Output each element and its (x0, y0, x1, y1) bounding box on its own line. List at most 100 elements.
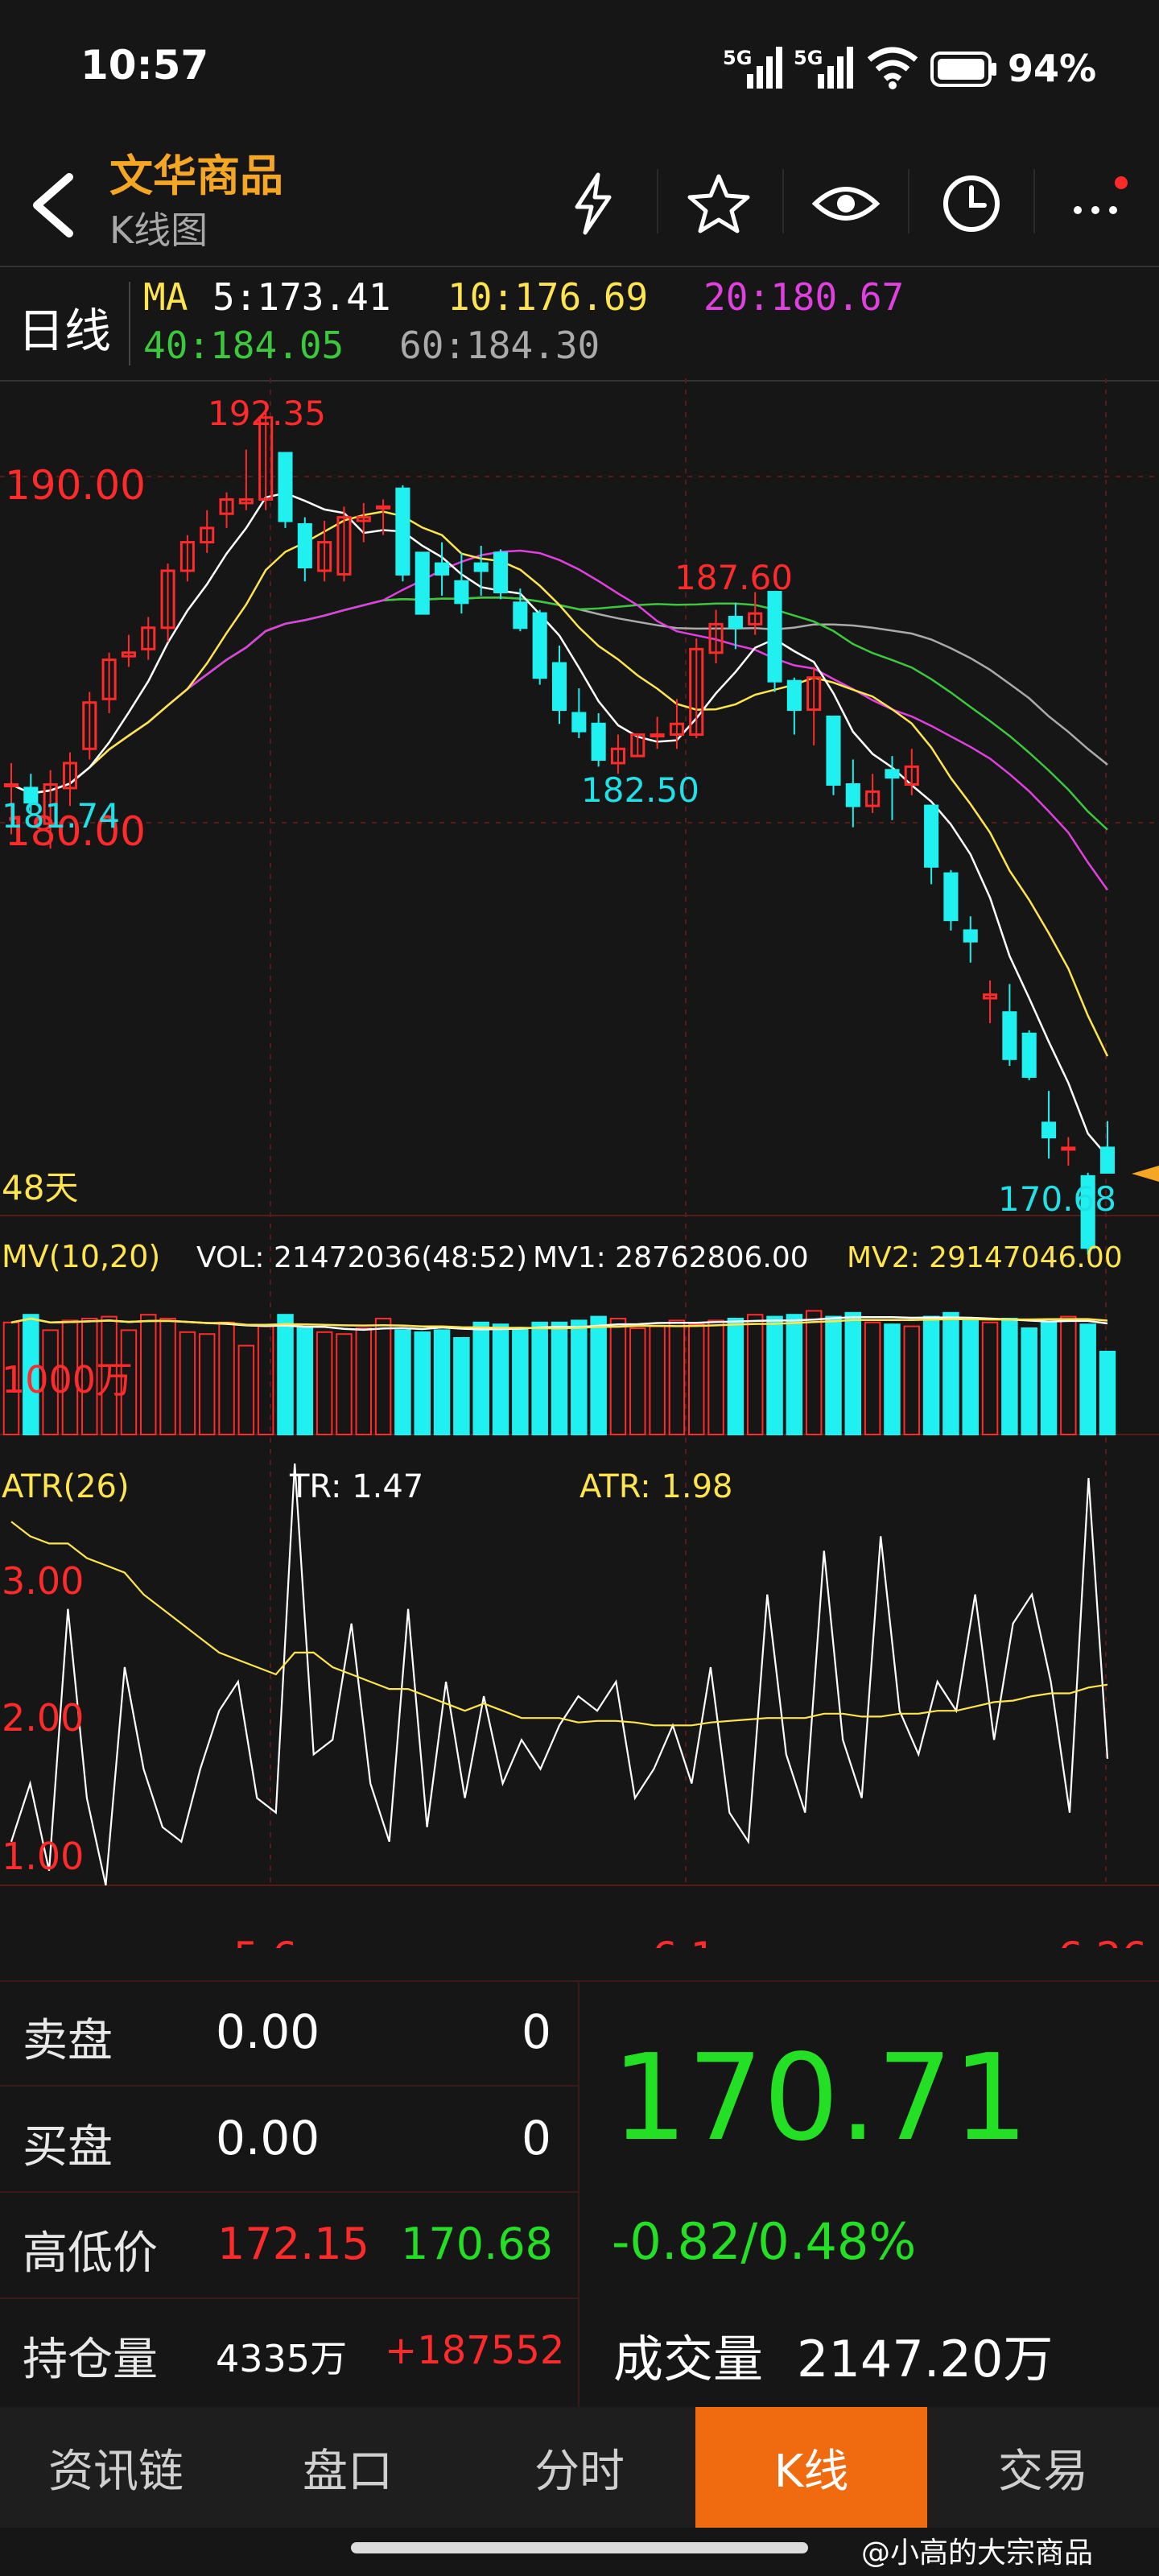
candle (983, 980, 998, 1024)
tr-line (10, 1463, 1109, 1886)
high-price: 172.15 (217, 2219, 369, 2269)
candle (513, 588, 528, 632)
candle (571, 688, 587, 738)
candle (963, 916, 978, 963)
volume-bar (786, 1314, 803, 1435)
candle (551, 645, 567, 724)
volume-label: 成交量 (613, 2330, 764, 2388)
history-button[interactable] (927, 159, 1016, 248)
tab-kline[interactable]: K线 (695, 2407, 927, 2528)
volume-bar (179, 1331, 196, 1436)
candle (356, 502, 371, 543)
open-interest-row: 持仓量 4335万 +187552 (0, 2299, 578, 2404)
candle-body (963, 929, 978, 943)
candle (395, 485, 410, 582)
volume-bar (237, 1344, 255, 1435)
volume-bar (1001, 1318, 1018, 1435)
candle-body (1021, 1032, 1037, 1078)
sell-row: 卖盘 0.00 0 (0, 1980, 578, 2087)
atr-axis-label-3: 3.00 (2, 1559, 84, 1603)
star-icon (687, 174, 750, 233)
mid-low-annotation: 182.50 (581, 770, 699, 810)
back-icon[interactable] (24, 169, 80, 242)
mv2-value: MV2: 29147046.00 (847, 1241, 1123, 1274)
vol-axis-label: 1000万 (2, 1358, 133, 1402)
volume-bar (512, 1327, 529, 1435)
volume-bar (727, 1318, 744, 1435)
volume-value: 2147.20万 (797, 2330, 1054, 2388)
candle (865, 774, 881, 813)
volume-bar (159, 1318, 176, 1435)
candle (121, 634, 136, 667)
volume-bar (336, 1333, 353, 1435)
header-divider (908, 169, 909, 233)
days-label: 48天 (2, 1168, 78, 1208)
candle-body (435, 562, 450, 576)
battery-icon (930, 52, 996, 87)
atr-value: ATR: 1.98 (580, 1468, 733, 1505)
candle (415, 551, 430, 615)
tab-trade[interactable]: 交易 (927, 2407, 1159, 2528)
candle (435, 542, 450, 596)
tab-order-book[interactable]: 盘口 (232, 2407, 464, 2528)
candle (1061, 1137, 1076, 1166)
candle-body (1099, 1146, 1116, 1174)
high-low-row: 高低价 172.15 170.68 (0, 2193, 578, 2299)
eye-icon (812, 187, 880, 221)
candle (278, 452, 293, 528)
volume-bars (2, 1310, 1116, 1436)
flash-button[interactable] (549, 159, 637, 248)
x-tick-label-6-26: 6.26 (1058, 1934, 1147, 1948)
period-selector[interactable]: 日线 (18, 293, 111, 361)
volume-bar (492, 1323, 509, 1435)
open-interest-change: +187552 (385, 2328, 565, 2373)
candle (493, 549, 509, 600)
volume-bar (746, 1314, 764, 1435)
candle (610, 734, 626, 774)
header-divider (1033, 169, 1035, 233)
volume-bar (884, 1323, 901, 1435)
candle (924, 804, 939, 885)
candle (532, 609, 547, 685)
volume-bar (864, 1321, 881, 1436)
candle-body (571, 712, 587, 733)
candle (591, 713, 606, 767)
open-interest-label: 持仓量 (23, 2334, 158, 2386)
tr-value: TR: 1.47 (289, 1468, 423, 1505)
ma40-value: 40:184.05 (143, 324, 344, 367)
tab-news-chain[interactable]: 资讯链 (0, 2407, 232, 2528)
volume-bar (590, 1315, 607, 1435)
sell-price: 0.00 (216, 2004, 320, 2059)
volume-bar (296, 1327, 314, 1435)
candle-body (297, 522, 312, 569)
volume-bar (1079, 1323, 1096, 1435)
candle-body (826, 715, 841, 786)
volume-bar (140, 1314, 157, 1435)
favorite-button[interactable] (674, 159, 763, 248)
home-indicator[interactable] (351, 2542, 808, 2553)
candle-body (493, 551, 509, 594)
x-tick-label-5-6: 5.6 (233, 1934, 298, 1948)
candle-body (551, 662, 567, 712)
volume-bar (962, 1319, 979, 1436)
buy-label: 买盘 (23, 2121, 113, 2174)
candle (1099, 1121, 1116, 1174)
watch-button[interactable] (802, 159, 890, 248)
volume-bar (688, 1323, 705, 1435)
candle-body (532, 612, 547, 679)
kline-chart[interactable]: 190.00 180.00 192.35 187.60 182.50 181.7… (0, 378, 1159, 1948)
tab-intraday[interactable]: 分时 (464, 2407, 695, 2528)
volume-bar (316, 1331, 333, 1436)
candle-body (728, 616, 743, 630)
quote-panel: 卖盘 0.00 0 买盘 0.00 0 高低价 172.15 170.68 持仓… (0, 1980, 1159, 2407)
price-change: -0.82/0.48% (612, 2212, 917, 2271)
candle-body (395, 487, 410, 576)
volume-bar (609, 1318, 627, 1435)
more-icon (1074, 176, 1128, 214)
more-button[interactable] (1051, 159, 1140, 248)
volume-bar (472, 1321, 489, 1436)
buy-row: 买盘 0.00 0 (0, 2087, 578, 2193)
candle-body (650, 733, 665, 738)
candle-body (786, 679, 802, 712)
candle-body (943, 872, 959, 922)
